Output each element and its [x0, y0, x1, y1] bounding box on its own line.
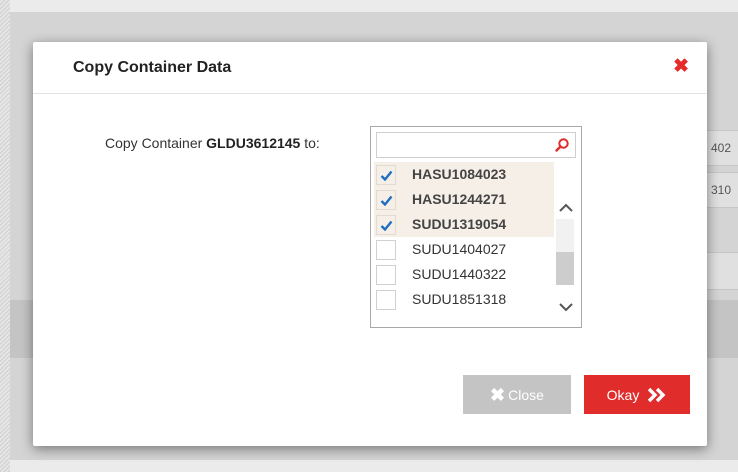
background-cell — [706, 252, 738, 290]
close-x-icon: ✖ — [490, 384, 506, 405]
background-cell: 310 — [706, 172, 738, 208]
checkmark-icon — [380, 220, 393, 232]
dialog-header: Copy Container Data ✖ — [33, 42, 707, 94]
list-item-label: HASU1244271 — [412, 191, 507, 207]
list-item[interactable]: HASU1084023 — [374, 162, 554, 187]
backdrop-hatch — [0, 0, 10, 472]
close-button[interactable]: ✖ Close — [463, 375, 571, 414]
checkbox[interactable] — [376, 240, 396, 260]
list-item-label: SUDU1404027 — [412, 241, 507, 257]
list-item[interactable]: HASU1244271 — [374, 187, 554, 212]
copy-container-dialog: Copy Container Data ✖ Copy Container GLD… — [33, 42, 707, 446]
checkbox[interactable] — [376, 215, 396, 235]
close-button-label: Close — [508, 386, 544, 403]
checkbox[interactable] — [376, 165, 396, 185]
source-container-id: GLDU3612145 — [206, 135, 301, 151]
close-x-icon[interactable]: ✖ — [673, 57, 689, 77]
list-item[interactable]: SUDU1851318 — [374, 287, 554, 312]
scroll-down-icon[interactable] — [556, 299, 576, 315]
search-box — [376, 132, 576, 158]
checkbox[interactable] — [376, 265, 396, 285]
checkmark-icon — [380, 195, 393, 207]
copy-prompt-prefix: Copy Container — [105, 135, 207, 151]
list-item[interactable]: SUDU1319054 — [374, 212, 554, 237]
container-list: HASU1084023 HASU1244271 SUDU1319054 SUDU140… — [374, 162, 554, 312]
copy-prompt-suffix: to: — [300, 135, 320, 151]
container-multiselect: HASU1084023 HASU1244271 SUDU1319054 SUDU140… — [370, 126, 582, 328]
dialog-title: Copy Container Data — [73, 59, 232, 76]
scrollbar-thumb[interactable] — [556, 219, 574, 285]
list-item-label: SUDU1440322 — [412, 266, 507, 282]
list-item-label: HASU1084023 — [412, 166, 507, 182]
okay-button-label: Okay — [606, 386, 640, 403]
list-item[interactable]: SUDU1404027 — [374, 237, 554, 262]
search-input[interactable] — [377, 133, 547, 157]
background-cell: 402 — [706, 130, 738, 166]
okay-button[interactable]: Okay — [584, 375, 690, 414]
scroll-up-icon[interactable] — [556, 200, 576, 216]
copy-prompt: Copy Container GLDU3612145 to: — [105, 135, 320, 151]
checkbox[interactable] — [376, 290, 396, 310]
checkbox[interactable] — [376, 190, 396, 210]
list-item-label: SUDU1851318 — [412, 291, 507, 307]
double-chevron-right-icon — [648, 387, 666, 402]
checkmark-icon — [380, 170, 393, 182]
list-item[interactable]: SUDU1440322 — [374, 262, 554, 287]
list-item-label: SUDU1319054 — [412, 216, 507, 232]
search-icon[interactable] — [554, 137, 570, 153]
